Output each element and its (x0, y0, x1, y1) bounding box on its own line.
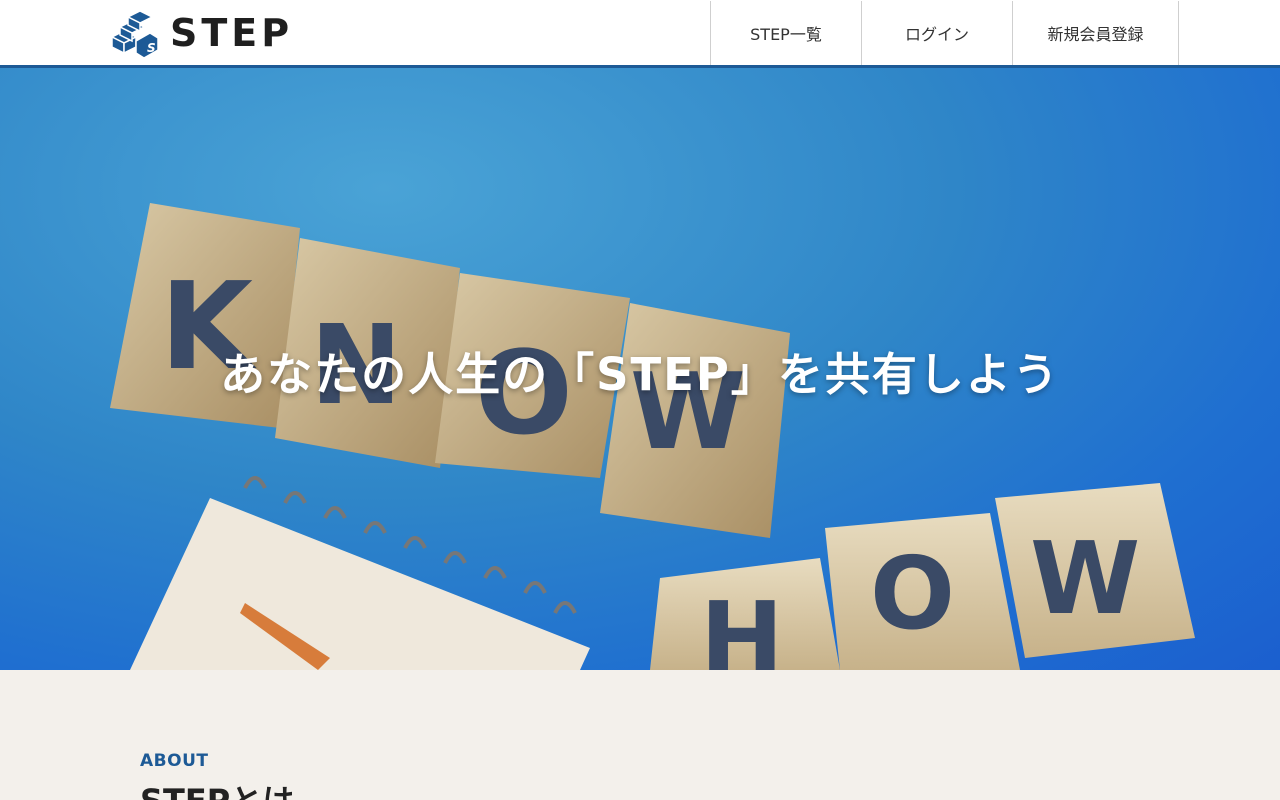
site-logo[interactable]: S STEP (110, 7, 293, 59)
logo-wordmark: STEP (170, 11, 294, 55)
block-o-2: O (825, 513, 1020, 670)
about-section: ABOUT STEPとは (0, 670, 1280, 800)
about-heading: STEPとは (140, 776, 294, 800)
block-letter: H (700, 580, 784, 670)
about-label: ABOUT (140, 751, 209, 771)
site-header: S STEP STEP一覧 ログイン 新規会員登録 (0, 0, 1280, 68)
nav-signup[interactable]: 新規会員登録 (1012, 1, 1179, 65)
block-letter: O (870, 535, 955, 652)
hero-section: K N O W H O W あなたの人生の「STEP」を共有しよう (0, 68, 1280, 670)
svg-text:S: S (147, 41, 156, 55)
hero-title: あなたの人生の「STEP」を共有しよう (220, 348, 1060, 401)
nav-login[interactable]: ログイン (861, 1, 1012, 65)
block-w-2: W (995, 483, 1195, 658)
block-h: H (650, 558, 840, 670)
block-letter: W (1030, 520, 1140, 637)
notebook (130, 476, 590, 670)
nav-step-list[interactable]: STEP一覧 (710, 1, 861, 65)
main-nav: STEP一覧 ログイン 新規会員登録 (710, 1, 1179, 65)
stairs-logo-icon: S (110, 10, 159, 59)
